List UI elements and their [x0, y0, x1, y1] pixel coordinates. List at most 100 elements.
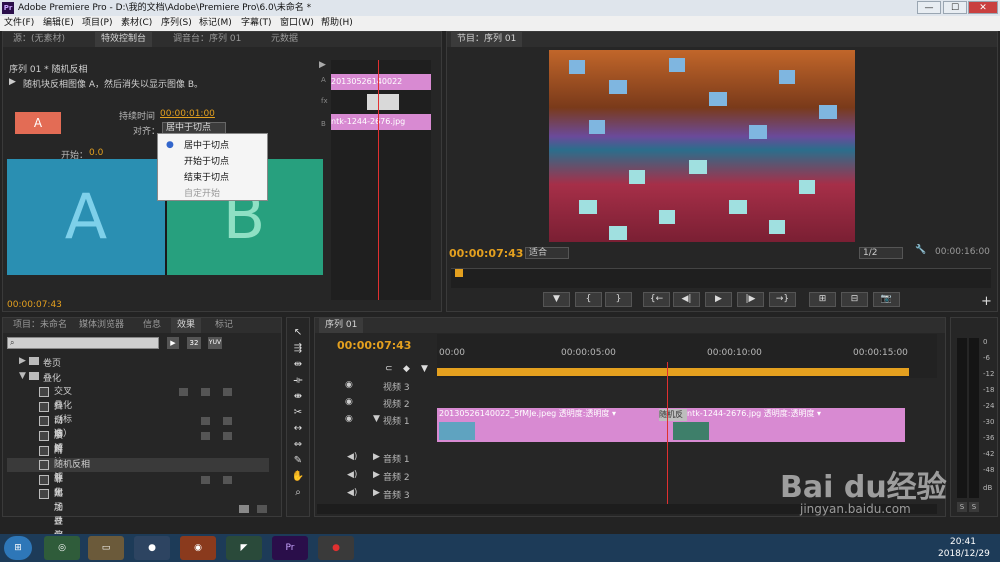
eye-icon[interactable]: ◉	[345, 380, 353, 390]
step-back-button[interactable]: ◀|	[673, 292, 700, 307]
tab-effect-controls[interactable]: 特效控制台	[95, 32, 153, 47]
start-button-icon[interactable]: ⊞	[4, 536, 32, 560]
mini-playhead[interactable]	[378, 60, 379, 300]
selection-tool-icon[interactable]: ↖	[291, 326, 305, 340]
program-scrub-bar[interactable]	[451, 268, 991, 288]
tab-media-browser[interactable]: 媒体浏览器	[73, 318, 130, 333]
add-button-icon[interactable]: +	[981, 294, 992, 309]
go-to-in-button[interactable]: {←	[643, 292, 670, 307]
folder-page-peel[interactable]: 卷页	[43, 356, 61, 369]
speaker-icon[interactable]: ◀)	[347, 452, 357, 462]
work-area-bar[interactable]	[437, 368, 909, 376]
duration-value[interactable]: 00:00:01:00	[160, 109, 215, 119]
slip-tool-icon[interactable]: ↔	[291, 422, 305, 436]
timeline-timecode[interactable]: 00:00:07:43	[337, 339, 411, 352]
tab-metadata[interactable]: 元数据	[265, 32, 304, 47]
yuv-effects-icon[interactable]: YUV	[208, 337, 222, 349]
effect-controls-timecode[interactable]: 00:00:07:43	[7, 300, 62, 310]
solo-button-right[interactable]: S	[969, 502, 979, 512]
timeline-ruler[interactable]: 00:00 00:00:05:00 00:00:10:00 00:00:15:0…	[437, 334, 937, 378]
pen-tool-icon[interactable]: ✎	[291, 454, 305, 468]
tab-source[interactable]: 源：(无素材)	[7, 32, 71, 47]
razor-tool-icon[interactable]: ✂	[291, 406, 305, 420]
effects-search-input[interactable]: ⌕	[7, 337, 159, 349]
speaker-icon[interactable]: ◀)	[347, 488, 357, 498]
add-marker-button[interactable]: ▼	[543, 292, 570, 307]
mini-transition[interactable]	[367, 94, 399, 110]
tab-effects[interactable]: 效果	[171, 318, 202, 333]
program-timecode[interactable]: 00:00:07:43	[449, 247, 523, 260]
chevron-right-icon[interactable]: ▶	[373, 488, 380, 498]
timeline-playhead[interactable]	[667, 362, 668, 508]
record-icon[interactable]: ●	[318, 536, 354, 560]
mini-clip-b[interactable]: ntk-1244-2676.jpg	[331, 114, 431, 130]
align-option-end[interactable]: 结束于切点	[184, 170, 229, 183]
camtasia-icon[interactable]: ◤	[226, 536, 262, 560]
menu-title[interactable]: 字幕(T)	[241, 16, 272, 31]
solo-button-left[interactable]: S	[957, 502, 967, 512]
bit32-effects-icon[interactable]: 32	[187, 337, 201, 349]
go-to-out-button[interactable]: →}	[769, 292, 796, 307]
speaker-icon[interactable]: ◀)	[347, 470, 357, 480]
tab-markers[interactable]: 标记	[209, 318, 239, 333]
rate-stretch-tool-icon[interactable]: ⇼	[291, 390, 305, 404]
timeline-clip-2[interactable]: ntk-1244-2676.jpg 透明度:透明度 ▾	[671, 408, 905, 442]
menu-marker[interactable]: 标记(M)	[199, 16, 232, 31]
menu-edit[interactable]: 编辑(E)	[43, 16, 74, 31]
maximize-button[interactable]: ☐	[943, 1, 967, 14]
zoom-tool-icon[interactable]: ⌕	[291, 486, 305, 500]
menu-sequence[interactable]: 序列(S)	[161, 16, 192, 31]
play-preview-icon[interactable]: ▶	[9, 77, 16, 87]
mark-out-button[interactable]: }	[605, 292, 632, 307]
program-playhead[interactable]	[455, 269, 463, 277]
file-explorer-icon[interactable]: ▭	[88, 536, 124, 560]
snap-icon[interactable]: ⊂	[385, 364, 393, 374]
tab-info[interactable]: 信息	[137, 318, 167, 333]
export-frame-button[interactable]: 📷	[873, 292, 900, 307]
folder-chevron-open-icon[interactable]: ▼	[19, 371, 26, 381]
eye-icon[interactable]: ◉	[345, 397, 353, 407]
firefox-icon[interactable]: ◉	[180, 536, 216, 560]
step-forward-button[interactable]: |▶	[737, 292, 764, 307]
folder-chevron-icon[interactable]: ▶	[19, 356, 26, 366]
slide-tool-icon[interactable]: ⇔	[291, 438, 305, 452]
ripple-edit-tool-icon[interactable]: ⇹	[291, 358, 305, 372]
menu-file[interactable]: 文件(F)	[4, 16, 34, 31]
qq-icon[interactable]: ●	[134, 536, 170, 560]
mini-clip-a[interactable]: 20130526140022	[331, 74, 431, 90]
extract-button[interactable]: ⊟	[841, 292, 868, 307]
start-value[interactable]: 0.0	[89, 148, 103, 158]
rolling-edit-tool-icon[interactable]: ⟛	[291, 374, 305, 388]
folder-dissolve[interactable]: 叠化	[43, 371, 61, 384]
fit-select[interactable]: 适合	[525, 247, 569, 259]
tab-project[interactable]: 项目：未命名	[7, 318, 73, 333]
add-marker-icon[interactable]: ▼	[421, 364, 428, 374]
chevron-right-icon[interactable]: ▶	[373, 452, 380, 462]
menu-window[interactable]: 窗口(W)	[280, 16, 314, 31]
transition-marker[interactable]: 随机反	[659, 409, 687, 421]
align-option-center[interactable]: 居中于切点	[184, 138, 229, 151]
chevron-right-icon[interactable]: ▶	[373, 470, 380, 480]
marker-icon[interactable]: ◆	[403, 364, 410, 374]
browser-360-icon[interactable]: ◎	[44, 536, 80, 560]
tab-sequence[interactable]: 序列 01	[319, 318, 364, 333]
minimize-button[interactable]: —	[917, 1, 941, 14]
accelerated-effects-icon[interactable]: ▶	[167, 337, 179, 349]
delete-icon[interactable]	[257, 505, 267, 513]
tab-program[interactable]: 节目：序列 01	[451, 32, 523, 47]
tab-audio-mixer[interactable]: 调音台：序列 01	[167, 32, 247, 47]
mark-in-button[interactable]: {	[575, 292, 602, 307]
menu-help[interactable]: 帮助(H)	[321, 16, 353, 31]
align-option-start[interactable]: 开始于切点	[184, 154, 229, 167]
expand-arrow-icon[interactable]: ▶	[319, 60, 326, 70]
premiere-taskbar-icon[interactable]: Pr	[272, 536, 308, 560]
resolution-select[interactable]: 1/2	[859, 247, 903, 259]
menu-project[interactable]: 项目(P)	[82, 16, 112, 31]
wrench-icon[interactable]: 🔧	[915, 245, 926, 255]
timeline-clip-1[interactable]: 20130526140022_5fMJe.jpeg 透明度:透明度 ▾	[437, 408, 671, 442]
eye-icon[interactable]: ◉	[345, 414, 353, 424]
track-select-tool-icon[interactable]: ⇶	[291, 342, 305, 356]
lift-button[interactable]: ⊞	[809, 292, 836, 307]
chevron-down-icon[interactable]: ▼	[373, 414, 380, 424]
menu-clip[interactable]: 素材(C)	[121, 16, 152, 31]
